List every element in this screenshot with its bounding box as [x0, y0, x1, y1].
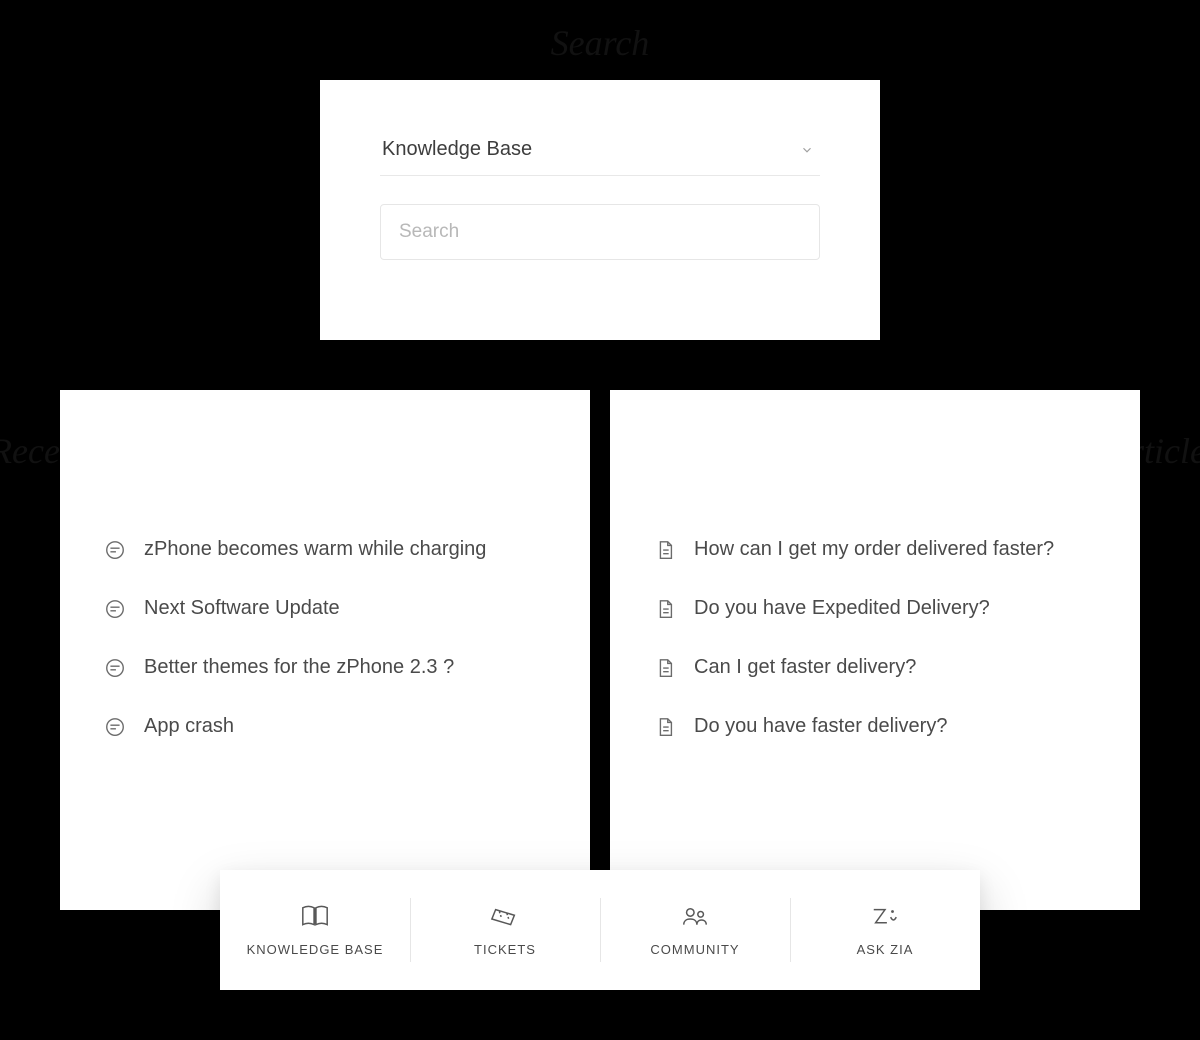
topic-title: App crash: [144, 715, 234, 738]
list-item[interactable]: Better themes for the zPhone 2.3 ?: [104, 638, 546, 697]
article-title: Do you have Expedited Delivery?: [694, 597, 990, 620]
dropdown-label: Knowledge Base: [382, 138, 532, 161]
recent-topics-panel: zPhone becomes warm while charging Next …: [60, 390, 590, 910]
document-icon: [654, 598, 676, 620]
chat-icon: [104, 539, 126, 561]
list-item[interactable]: Do you have faster delivery?: [654, 697, 1096, 756]
chat-icon: [104, 598, 126, 620]
recent-articles-panel: How can I get my order delivered faster?…: [610, 390, 1140, 910]
section-label-search: Search: [551, 22, 650, 64]
ticket-icon: [490, 904, 520, 930]
article-title: Can I get faster delivery?: [694, 656, 916, 679]
article-title: How can I get my order delivered faster?: [694, 538, 1054, 561]
topic-title: Next Software Update: [144, 597, 340, 620]
nav-label: KNOWLEDGE BASE: [247, 942, 384, 957]
topic-title: zPhone becomes warm while charging: [144, 538, 486, 561]
article-title: Do you have faster delivery?: [694, 715, 947, 738]
chat-icon: [104, 716, 126, 738]
list-item[interactable]: zPhone becomes warm while charging: [104, 520, 546, 579]
list-item[interactable]: Can I get faster delivery?: [654, 638, 1096, 697]
chat-icon: [104, 657, 126, 679]
bottom-nav: KNOWLEDGE BASE TICKETS COMMUNITY ASK ZIA: [220, 870, 980, 990]
list-item[interactable]: How can I get my order delivered faster?: [654, 520, 1096, 579]
book-icon: [300, 904, 330, 930]
category-dropdown[interactable]: Knowledge Base: [380, 128, 820, 176]
list-item[interactable]: App crash: [104, 697, 546, 756]
nav-label: COMMUNITY: [650, 942, 739, 957]
nav-tickets[interactable]: TICKETS: [410, 870, 600, 990]
document-icon: [654, 716, 676, 738]
search-input[interactable]: [380, 204, 820, 260]
list-item[interactable]: Do you have Expedited Delivery?: [654, 579, 1096, 638]
document-icon: [654, 539, 676, 561]
nav-ask-zia[interactable]: ASK ZIA: [790, 870, 980, 990]
people-icon: [680, 904, 710, 930]
document-icon: [654, 657, 676, 679]
nav-knowledge-base[interactable]: KNOWLEDGE BASE: [220, 870, 410, 990]
nav-label: ASK ZIA: [857, 942, 914, 957]
list-item[interactable]: Next Software Update: [104, 579, 546, 638]
nav-label: TICKETS: [474, 942, 536, 957]
search-card: Knowledge Base: [320, 80, 880, 340]
topic-title: Better themes for the zPhone 2.3 ?: [144, 656, 454, 679]
chevron-down-icon: [800, 143, 814, 157]
nav-community[interactable]: COMMUNITY: [600, 870, 790, 990]
zia-icon: [870, 904, 900, 930]
